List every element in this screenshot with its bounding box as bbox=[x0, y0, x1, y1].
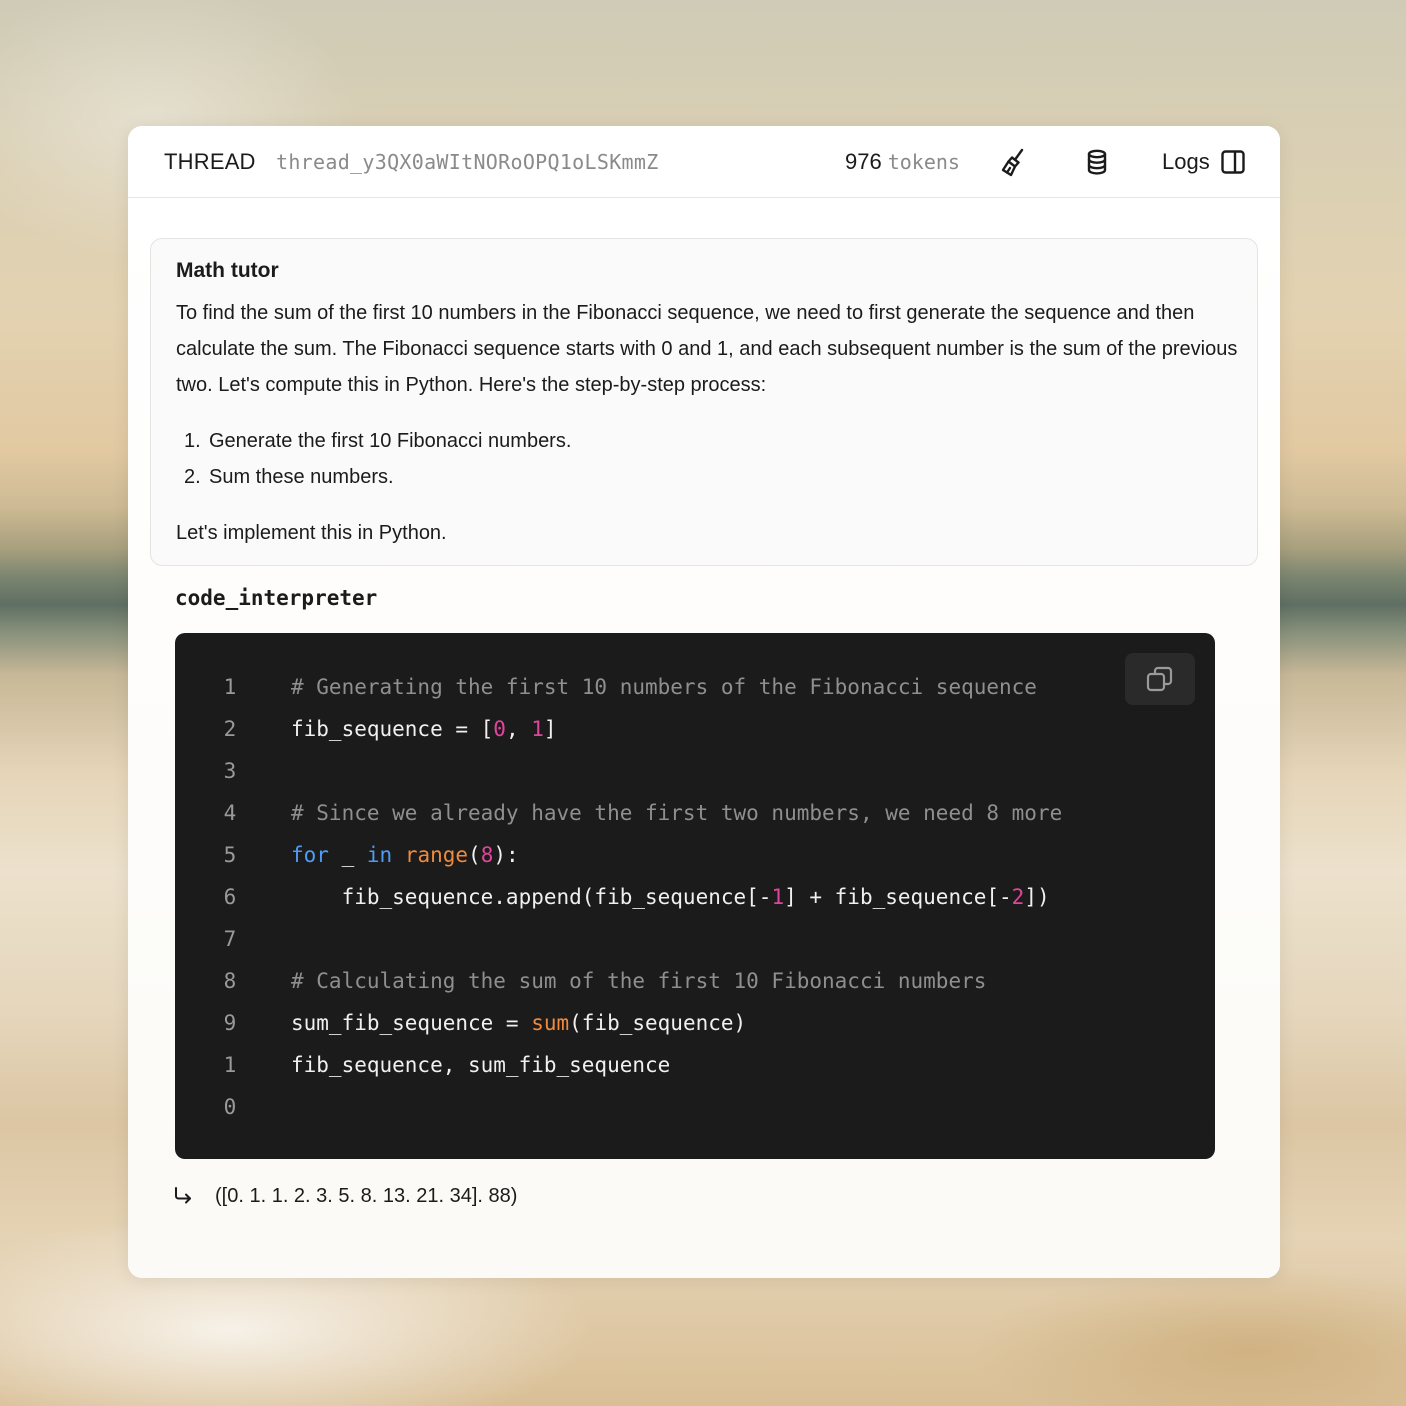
assistant-message: Math tutor To find the sum of the first … bbox=[150, 238, 1258, 566]
code-token: sum bbox=[531, 1011, 570, 1035]
line-number: 1 bbox=[223, 675, 237, 699]
code-line: # Since we already have the first two nu… bbox=[291, 792, 1062, 834]
line-number: 0 bbox=[223, 1095, 237, 1119]
line-number: 9 bbox=[223, 1011, 237, 1035]
database-icon[interactable] bbox=[1081, 146, 1113, 178]
code-token: fib_sequence = [ bbox=[291, 717, 494, 741]
code-token: # Since we already have the first two nu… bbox=[291, 801, 1063, 825]
code-token: 8 bbox=[480, 843, 494, 867]
broom-icon[interactable] bbox=[998, 146, 1030, 178]
logs-label: Logs bbox=[1162, 149, 1210, 174]
list-text: Generate the first 10 Fibonacci numbers. bbox=[209, 430, 572, 452]
code-token: 1 bbox=[531, 717, 544, 741]
list-item: 1. Generate the first 10 Fibonacci number… bbox=[184, 423, 571, 459]
thread-header: THREAD thread_y3QX0aWItNORoOPQ1oLSKmmZ 9… bbox=[128, 126, 1280, 198]
message-role: Math tutor bbox=[176, 259, 279, 282]
copy-icon bbox=[1146, 666, 1173, 692]
code-token: in bbox=[366, 843, 393, 867]
code-line: for _ in range(8): bbox=[291, 834, 519, 876]
line-number: 4 bbox=[223, 801, 237, 825]
code-output: ([0. 1. 1. 2. 3. 5. 8. 13. 21. 34]. 88) bbox=[172, 1179, 517, 1213]
message-paragraph: To find the sum of the first 10 numbers … bbox=[176, 302, 1238, 396]
code-line: # Calculating the sum of the first 10 Fi… bbox=[291, 960, 986, 1002]
sidebar-panel-icon bbox=[1221, 150, 1245, 174]
line-number: 3 bbox=[223, 759, 237, 783]
code-block[interactable]: 1 # Generating the first 10 numbers of th… bbox=[175, 633, 1215, 1159]
code-token: sum_fib_sequence = bbox=[291, 1011, 532, 1035]
code-token: 0 bbox=[493, 717, 506, 741]
code-line: # Generating the first 10 numbers of the… bbox=[291, 666, 1037, 708]
copy-button[interactable] bbox=[1125, 653, 1195, 705]
list-item: 2. Sum these numbers. bbox=[184, 459, 571, 495]
token-unit: tokens bbox=[887, 150, 960, 174]
code-token: 1 bbox=[771, 885, 785, 909]
thread-panel: THREAD thread_y3QX0aWItNORoOPQ1oLSKmmZ 9… bbox=[128, 126, 1280, 1278]
return-arrow-icon bbox=[175, 1187, 191, 1204]
code-token: fib_sequence.append(fib_sequence[- bbox=[291, 885, 772, 909]
tool-name: code_interpreter bbox=[175, 586, 378, 610]
code-line: fib_sequence = [0, 1] bbox=[291, 708, 557, 750]
list-number: 1. bbox=[184, 430, 201, 452]
code-token: for bbox=[291, 843, 329, 867]
thread-label: THREAD bbox=[164, 149, 256, 174]
code-token: ] + fib_sequence[- bbox=[784, 885, 1012, 909]
output-text: ([0. 1. 1. 2. 3. 5. 8. 13. 21. 34]. 88) bbox=[215, 1184, 518, 1207]
list-text: Sum these numbers. bbox=[209, 466, 394, 488]
token-count: 976 bbox=[845, 149, 882, 174]
message-footer: Let's implement this in Python. bbox=[176, 522, 447, 544]
code-token: 2 bbox=[1011, 885, 1025, 909]
line-number: 8 bbox=[223, 969, 237, 993]
list-number: 2. bbox=[184, 466, 201, 488]
line-number: 5 bbox=[223, 843, 237, 867]
code-line: fib_sequence, sum_fib_sequence bbox=[291, 1044, 670, 1086]
token-counter: 976 tokens bbox=[845, 149, 960, 175]
code-line: sum_fib_sequence = sum(fib_sequence) bbox=[291, 1002, 746, 1044]
line-number: 7 bbox=[223, 927, 237, 951]
line-number: 1 bbox=[223, 1053, 237, 1077]
code-token: ] bbox=[543, 717, 557, 741]
code-token: _ bbox=[328, 843, 367, 867]
code-token: # Generating the first 10 numbers of the… bbox=[291, 675, 1037, 699]
code-token: ): bbox=[493, 843, 519, 867]
steps-list: 1. Generate the first 10 Fibonacci number… bbox=[184, 423, 571, 495]
code-token: , bbox=[505, 717, 532, 741]
code-token: range bbox=[404, 843, 469, 867]
code-token: ]) bbox=[1024, 885, 1050, 909]
thread-body: Math tutor To find the sum of the first … bbox=[128, 199, 1280, 1278]
thread-id[interactable]: thread_y3QX0aWItNORoOPQ1oLSKmmZ bbox=[276, 150, 659, 174]
code-token: (fib_sequence) bbox=[569, 1011, 747, 1035]
code-line: fib_sequence.append(fib_sequence[-1] + f… bbox=[291, 876, 1050, 918]
code-token: # Calculating the sum of the first 10 Fi… bbox=[291, 969, 987, 993]
code-token: fib_sequence, sum_fib_sequence bbox=[291, 1053, 671, 1077]
line-number: 2 bbox=[223, 717, 237, 741]
line-number: 6 bbox=[223, 885, 237, 909]
code-token: ( bbox=[468, 843, 481, 867]
logs-button[interactable]: Logs bbox=[1162, 145, 1246, 179]
